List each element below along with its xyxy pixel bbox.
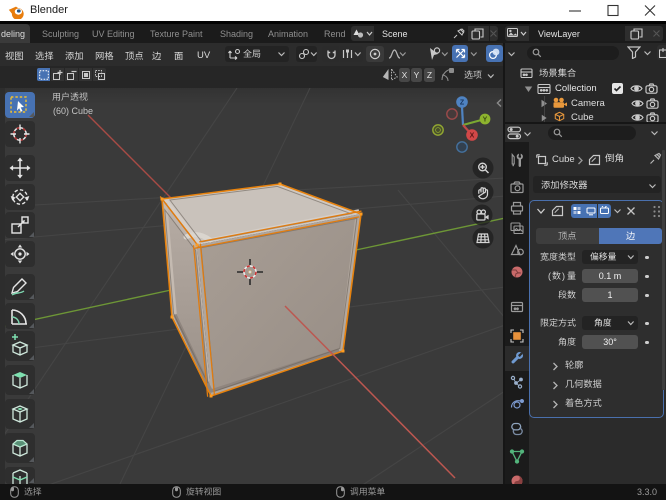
svg-text:X: X — [470, 133, 475, 140]
svg-text:Y: Y — [483, 116, 488, 123]
svg-text:Z: Z — [460, 99, 465, 106]
